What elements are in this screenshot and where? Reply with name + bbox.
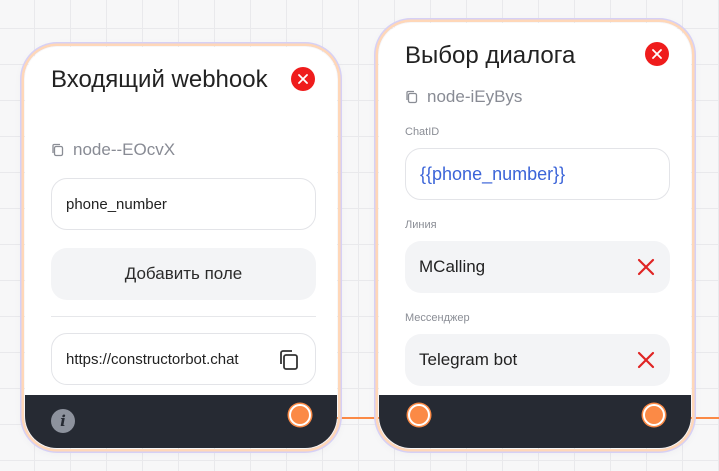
messenger-label: Мессенджер xyxy=(405,312,470,324)
messenger-select[interactable]: Telegram bot xyxy=(405,334,670,386)
divider xyxy=(51,316,316,317)
close-icon xyxy=(652,49,662,59)
messenger-value: Telegram bot xyxy=(419,350,518,369)
node-title: Входящий webhook xyxy=(51,66,268,93)
node-id-text: node-iEyBys xyxy=(427,87,523,106)
close-button[interactable] xyxy=(291,67,315,91)
node-footer xyxy=(379,395,691,448)
node-id[interactable]: node--EOcvX xyxy=(51,140,175,160)
info-icon[interactable]: i xyxy=(51,409,75,433)
add-field-button[interactable]: Добавить поле xyxy=(51,248,316,300)
close-icon xyxy=(298,74,308,84)
copy-icon xyxy=(52,143,64,157)
node-dialog-select[interactable]: Выбор диалога node-iEyBys ChatID {{phone… xyxy=(377,21,693,450)
chat-id-label: ChatID xyxy=(405,126,440,138)
clear-icon[interactable] xyxy=(636,350,656,370)
line-label: Линия xyxy=(405,219,437,231)
line-select[interactable]: MCalling xyxy=(405,241,670,293)
output-port[interactable] xyxy=(643,404,665,426)
field-name-value: phone_number xyxy=(66,195,167,213)
input-port[interactable] xyxy=(408,404,430,426)
copy-icon xyxy=(406,90,418,104)
node-incoming-webhook[interactable]: Входящий webhook node--EOcvX phone_numbe… xyxy=(23,45,339,450)
field-name-input[interactable]: phone_number xyxy=(51,178,316,230)
clear-icon[interactable] xyxy=(636,257,656,277)
node-footer: i xyxy=(25,395,337,448)
close-button[interactable] xyxy=(645,42,669,66)
chat-id-value: {{phone_number}} xyxy=(420,163,566,184)
chat-id-input[interactable]: {{phone_number}} xyxy=(405,148,670,200)
node-id-text: node--EOcvX xyxy=(73,140,176,159)
add-field-label: Добавить поле xyxy=(124,264,243,283)
webhook-url-field[interactable]: https://constructorbot.chat xyxy=(51,333,316,385)
node-id[interactable]: node-iEyBys xyxy=(405,87,522,107)
line-value: MCalling xyxy=(419,257,486,276)
copy-icon[interactable] xyxy=(277,348,301,372)
output-port[interactable] xyxy=(289,404,311,426)
node-title: Выбор диалога xyxy=(405,42,576,69)
webhook-url-text: https://constructorbot.chat xyxy=(66,350,239,368)
